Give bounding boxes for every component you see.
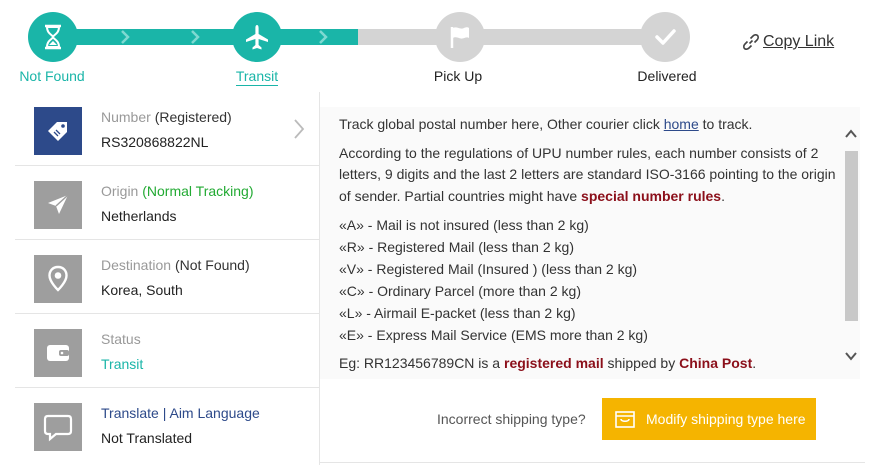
hourglass-icon — [45, 24, 61, 50]
step-label-delivered: Delivered — [637, 68, 697, 84]
box-icon — [615, 411, 635, 428]
rule-line: «R» - Registered Mail (less than 2 kg) — [339, 239, 574, 255]
info-key-status: Status — [101, 331, 141, 347]
rule-line: «A» - Mail is not insured (less than 2 k… — [339, 217, 589, 233]
rule-line: «L» - Airmail E-packet (less than 2 kg) — [339, 305, 576, 321]
modify-shipping-type-label: Modify shipping type here — [646, 411, 806, 427]
info-item-destination: Destination (Not Found) Korea, South — [15, 240, 319, 314]
info-item-origin: Origin (Normal Tracking) Netherlands — [15, 166, 319, 240]
rules-content: Track global postal number here, Other c… — [339, 114, 839, 382]
step-label-not-found: Not Found — [19, 68, 85, 84]
bottom-divider — [320, 462, 865, 463]
copy-link-button[interactable]: Copy Link — [741, 32, 834, 52]
step-pick-up[interactable] — [435, 12, 485, 62]
tracking-progress: Not Found Transit Pick Up Delivered Copy… — [0, 0, 880, 100]
shipment-info-list: Number (Registered) RS320868822NL Origin… — [15, 92, 319, 465]
number-rules-panel: Track global postal number here, Other c… — [320, 107, 860, 379]
chevron-right-icon — [316, 30, 330, 44]
special-number-rules-link[interactable]: special number rules — [581, 188, 721, 204]
step-label-transit: Transit — [235, 68, 279, 86]
rule-line: «V» - Registered Mail (Insured ) (less t… — [339, 261, 638, 277]
status-value: Transit — [101, 356, 144, 372]
flag-icon — [450, 27, 469, 48]
info-key-number: Number (Registered) — [101, 109, 232, 125]
step-not-found[interactable] — [28, 12, 78, 62]
location-pin-icon — [34, 255, 82, 303]
tag-icon — [34, 107, 82, 155]
step-label-pick-up: Pick Up — [433, 68, 483, 84]
info-item-status: Status Transit — [15, 314, 319, 388]
translate-value: Not Translated — [101, 430, 193, 446]
rules-example: Eg: RR123456789CN is a registered mail s… — [339, 355, 757, 371]
rules-paragraph: According to the regulations of UPU numb… — [339, 144, 836, 204]
checkmark-icon — [655, 29, 676, 45]
tracking-number-value: RS320868822NL — [101, 134, 209, 150]
step-delivered[interactable] — [640, 12, 690, 62]
rule-line: «E» - Express Mail Service (EMS more tha… — [339, 327, 648, 343]
rules-list: «A» - Mail is not insured (less than 2 k… — [339, 214, 839, 346]
info-key-origin: Origin (Normal Tracking) — [101, 183, 254, 199]
speech-bubble-icon — [34, 403, 82, 451]
chevron-right-icon — [188, 30, 202, 44]
send-icon — [34, 181, 82, 229]
scrollbar-thumb[interactable] — [845, 151, 858, 321]
incorrect-shipping-type-label: Incorrect shipping type? — [437, 411, 586, 427]
rules-intro: Track global postal number here, Other c… — [339, 116, 753, 132]
info-key-destination: Destination (Not Found) — [101, 257, 250, 273]
destination-value: Korea, South — [101, 282, 183, 298]
link-icon — [743, 34, 759, 50]
copy-link-label[interactable]: Copy Link — [763, 33, 834, 51]
rules-scrollbar[interactable] — [842, 117, 860, 379]
progress-bar-completed — [52, 29, 358, 45]
origin-value: Netherlands — [101, 208, 177, 224]
modify-shipping-type-button[interactable]: Modify shipping type here — [602, 398, 816, 440]
scroll-up-arrow-icon[interactable] — [844, 127, 858, 141]
wallet-icon — [34, 329, 82, 377]
info-item-translate[interactable]: Translate | Aim Language Not Translated — [15, 388, 319, 462]
step-transit[interactable] — [232, 12, 282, 62]
scroll-down-arrow-icon[interactable] — [844, 349, 858, 363]
chevron-right-icon — [118, 30, 132, 44]
translate-aim-language-link[interactable]: Translate | Aim Language — [101, 405, 260, 421]
home-link[interactable]: home — [664, 116, 699, 132]
info-item-number[interactable]: Number (Registered) RS320868822NL — [15, 92, 319, 166]
airplane-icon — [246, 25, 268, 50]
rule-line: «C» - Ordinary Parcel (more than 2 kg) — [339, 283, 581, 299]
progress-bar-remaining — [358, 29, 664, 45]
chevron-right-icon[interactable] — [293, 118, 305, 143]
